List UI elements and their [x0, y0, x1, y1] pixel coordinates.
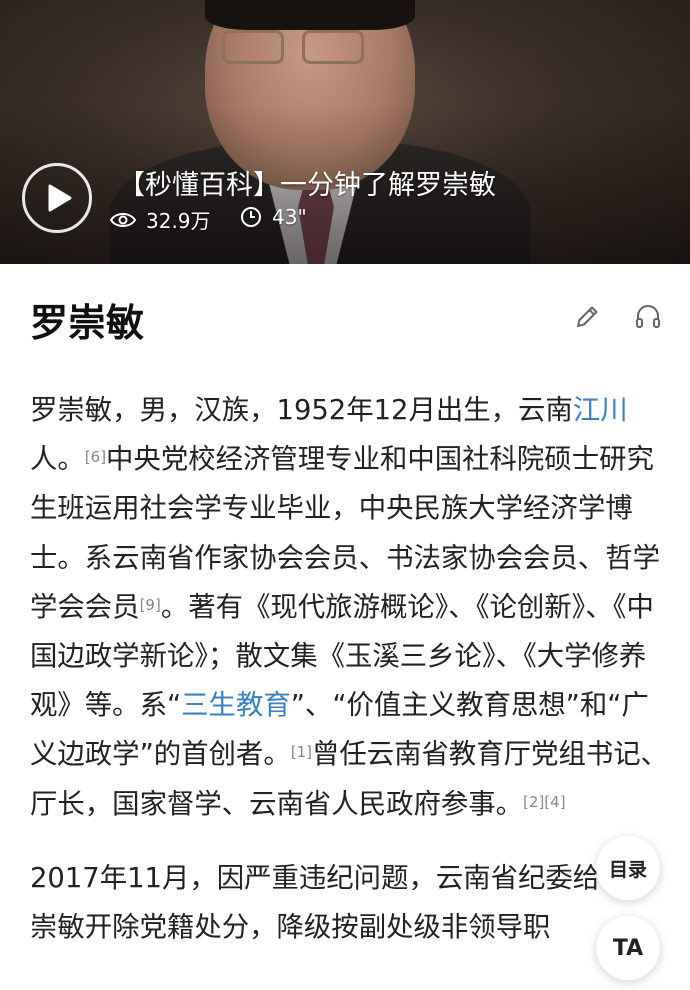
table-of-contents-button[interactable]: 目录: [596, 836, 660, 900]
text: 罗崇敏，男，汉族，1952年12月出生，云南: [30, 395, 573, 426]
play-button[interactable]: [22, 163, 92, 233]
video-player[interactable]: 【秒懂百科】一分钟了解罗崇敏 32.9万 43": [0, 0, 690, 264]
second-paragraph: 2017年11月，因严重违纪问题，云南省纪委给予罗崇敏开除党籍处分，降级按副处级…: [30, 862, 655, 944]
link-jiangchuan[interactable]: 江川: [573, 395, 628, 426]
headphones-icon[interactable]: [633, 302, 663, 332]
text: 人。: [30, 444, 85, 476]
duration: 43": [240, 205, 307, 229]
video-overlay: [0, 0, 690, 264]
edit-pencil-icon[interactable]: [572, 302, 602, 332]
clock-icon: [241, 207, 261, 227]
video-title[interactable]: 【秒懂百科】一分钟了解罗崇敏: [118, 163, 496, 202]
eye-icon: [110, 212, 136, 227]
ta-button[interactable]: TA: [596, 916, 660, 980]
play-icon: [48, 184, 71, 212]
view-count: 32.9万: [110, 205, 211, 234]
citation[interactable]: [2][4]: [523, 793, 566, 811]
article-body: 罗崇敏，男，汉族，1952年12月出生，云南江川人。[6]中央党校经济管理专业和…: [30, 386, 670, 952]
view-count-value: 32.9万: [146, 209, 211, 233]
intro-paragraph: 罗崇敏，男，汉族，1952年12月出生，云南江川人。[6]中央党校经济管理专业和…: [30, 386, 670, 829]
citation[interactable]: [9]: [140, 596, 161, 614]
citation[interactable]: [6]: [85, 448, 106, 466]
duration-value: 43": [272, 205, 307, 229]
link-sansheng-education[interactable]: 三生教育: [181, 690, 291, 721]
citation[interactable]: [1]: [291, 743, 312, 761]
page-title: 罗崇敏: [30, 301, 145, 345]
